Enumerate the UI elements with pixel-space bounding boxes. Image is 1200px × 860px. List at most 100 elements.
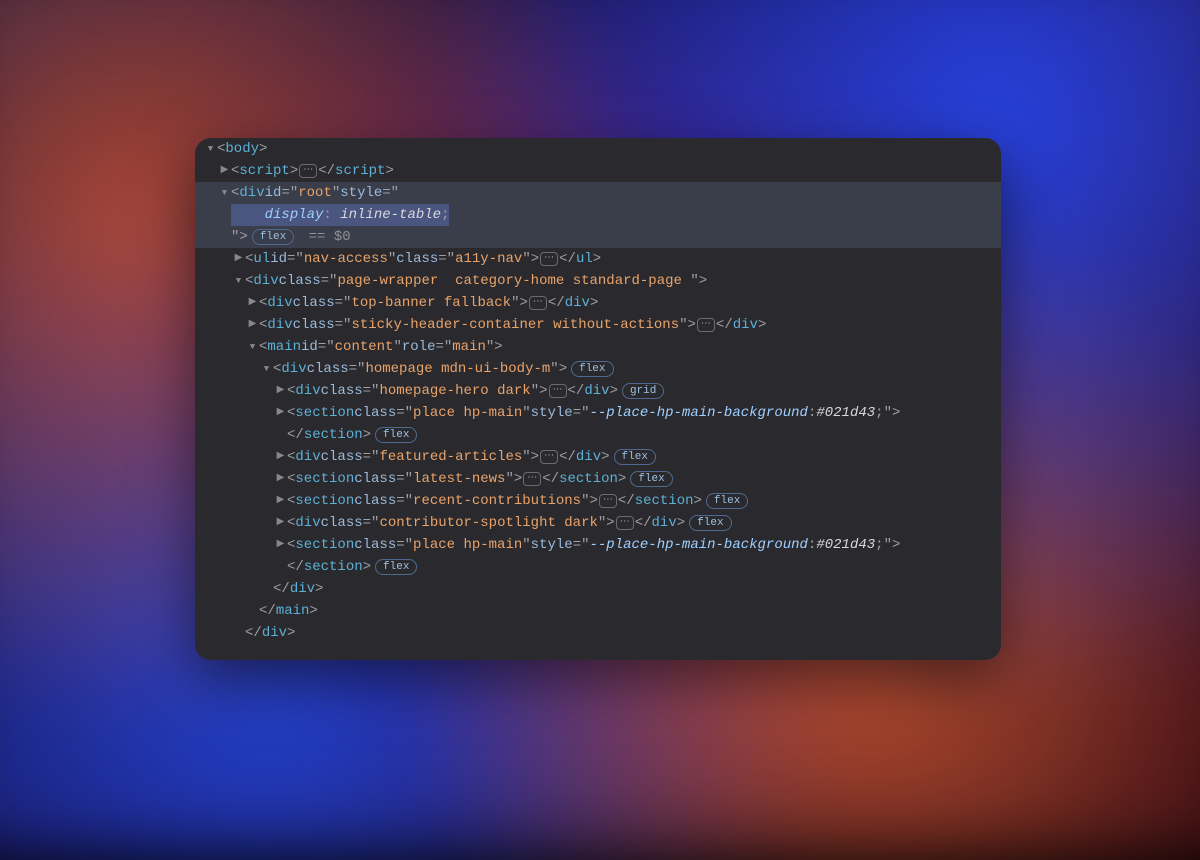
expand-icon[interactable]: ▶ [247, 314, 258, 336]
expand-icon[interactable]: ▶ [275, 402, 286, 424]
dom-tree-row[interactable]: ▼<main id="content" role="main"> [195, 336, 1001, 358]
token-tag: div [262, 622, 287, 644]
token-pun: "> [505, 468, 522, 490]
dom-tree-row[interactable]: ▶<section class="place hp-main" style="-… [195, 534, 1001, 556]
flex-badge[interactable]: flex [252, 229, 294, 245]
flex-badge[interactable]: flex [630, 471, 672, 487]
token-key: --place-hp-main-background [590, 534, 808, 556]
token-tag: div [267, 292, 292, 314]
devtools-elements-panel[interactable]: ▼<body>▶<script>⋯</script>▼<div id="root… [195, 138, 1001, 660]
token-attr: class [279, 270, 321, 292]
expand-icon[interactable]: ▶ [275, 446, 286, 468]
dom-tree-row[interactable]: ▶<div class="featured-articles">⋯</div> … [195, 446, 1001, 468]
ellipsis-icon[interactable]: ⋯ [549, 384, 567, 398]
ellipsis-icon[interactable]: ⋯ [599, 494, 617, 508]
token-pun: : [808, 534, 816, 556]
expand-icon[interactable]: ▶ [275, 490, 286, 512]
token-pun: < [273, 358, 281, 380]
token-attr: id [301, 336, 318, 358]
token-str: top-banner fallback [351, 292, 511, 314]
ellipsis-icon[interactable]: ⋯ [540, 450, 558, 464]
token-pun: =" [349, 358, 366, 380]
flex-badge[interactable]: flex [375, 559, 417, 575]
token-pun: </ [559, 248, 576, 270]
expand-icon[interactable]: ▶ [233, 248, 244, 270]
token-attr: class [354, 534, 396, 556]
collapse-icon[interactable]: ▼ [233, 270, 244, 292]
dom-tree-row[interactable]: </section> flex [195, 424, 1001, 446]
expand-icon[interactable]: ▶ [275, 468, 286, 490]
dom-tree-row[interactable]: ▼<body> [195, 138, 1001, 160]
collapse-icon[interactable]: ▼ [261, 358, 272, 380]
token-tag: section [559, 468, 618, 490]
collapse-icon[interactable]: ▼ [205, 138, 216, 160]
token-pun: "> [522, 446, 539, 468]
flex-badge[interactable]: flex [689, 515, 731, 531]
dom-tree-row[interactable]: display: inline-table; [195, 204, 1001, 226]
flex-badge[interactable]: flex [706, 493, 748, 509]
token-attr: class [354, 490, 396, 512]
expand-icon[interactable]: ▶ [275, 534, 286, 556]
dom-tree-row[interactable]: </main> [195, 600, 1001, 622]
dom-tree-row[interactable]: ▶<section class="recent-contributions">⋯… [195, 490, 1001, 512]
expand-icon[interactable]: ▶ [247, 292, 258, 314]
dom-tree-row[interactable]: ▶<div class="contributor-spotlight dark"… [195, 512, 1001, 534]
ellipsis-icon[interactable]: ⋯ [697, 318, 715, 332]
dom-tree-row[interactable]: ▶<section class="latest-news">⋯</section… [195, 468, 1001, 490]
grid-badge[interactable]: grid [622, 383, 664, 399]
expand-icon[interactable]: ▶ [275, 512, 286, 534]
token-pun: < [245, 270, 253, 292]
no-arrow-icon [219, 204, 230, 226]
token-tag: div [295, 446, 320, 468]
dom-tree-row[interactable]: ▼<div class="homepage mdn-ui-body-m"> fl… [195, 358, 1001, 380]
ellipsis-icon[interactable]: ⋯ [540, 252, 558, 266]
ellipsis-icon[interactable]: ⋯ [529, 296, 547, 310]
flex-badge[interactable]: flex [375, 427, 417, 443]
token-attr: id [265, 182, 282, 204]
token-pun: < [231, 182, 239, 204]
token-pun: > [309, 600, 317, 622]
dom-tree-row[interactable]: ▶<div class="homepage-hero dark">⋯</div>… [195, 380, 1001, 402]
token-pun: =" [396, 490, 413, 512]
selected-style-text[interactable]: display: inline-table; [231, 204, 449, 226]
token-pun: > [610, 380, 618, 402]
dom-tree-row[interactable]: ▶<section class="place hp-main" style="-… [195, 402, 1001, 424]
token-pun: =" [363, 512, 380, 534]
dom-tree-row[interactable]: ▼<div id="root" style=" [195, 182, 1001, 204]
token-pun: "> [690, 270, 707, 292]
token-tag: div [295, 512, 320, 534]
token-pun: ; [875, 402, 883, 424]
dom-tree-row[interactable]: ▶<script>⋯</script> [195, 160, 1001, 182]
ellipsis-icon[interactable]: ⋯ [523, 472, 541, 486]
dom-tree-row[interactable]: ▶<div class="sticky-header-container wit… [195, 314, 1001, 336]
flex-badge[interactable]: flex [571, 361, 613, 377]
dom-tree-row[interactable]: </section> flex [195, 556, 1001, 578]
token-pun: : [323, 207, 331, 223]
dom-tree-row[interactable]: </div> [195, 622, 1001, 644]
dom-tree-row[interactable]: ▼<div class="page-wrapper category-home … [195, 270, 1001, 292]
dollar-zero-indicator: == $0 [300, 226, 350, 248]
dom-tree-row[interactable]: "> flex == $0 [195, 226, 1001, 248]
dom-tree[interactable]: ▼<body>▶<script>⋯</script>▼<div id="root… [195, 138, 1001, 644]
flex-badge[interactable]: flex [614, 449, 656, 465]
ellipsis-icon[interactable]: ⋯ [299, 164, 317, 178]
token-tag: ul [576, 248, 593, 270]
token-pun: " [332, 182, 340, 204]
token-pun: </ [542, 468, 559, 490]
token-pun: < [287, 380, 295, 402]
token-pun: > [385, 160, 393, 182]
ellipsis-icon[interactable]: ⋯ [616, 516, 634, 530]
token-tag: section [304, 556, 363, 578]
token-pun: > [694, 490, 702, 512]
collapse-icon[interactable]: ▼ [219, 182, 230, 204]
token-pun: "> [884, 534, 901, 556]
token-pun: < [287, 512, 295, 534]
collapse-icon[interactable]: ▼ [247, 336, 258, 358]
dom-tree-row[interactable]: ▶<ul id="nav-access" class="a11y-nav">⋯<… [195, 248, 1001, 270]
dom-tree-row[interactable]: </div> [195, 578, 1001, 600]
token-tag: div [295, 380, 320, 402]
expand-icon[interactable]: ▶ [219, 160, 230, 182]
expand-icon[interactable]: ▶ [275, 380, 286, 402]
token-tag: body [225, 138, 259, 160]
dom-tree-row[interactable]: ▶<div class="top-banner fallback">⋯</div… [195, 292, 1001, 314]
